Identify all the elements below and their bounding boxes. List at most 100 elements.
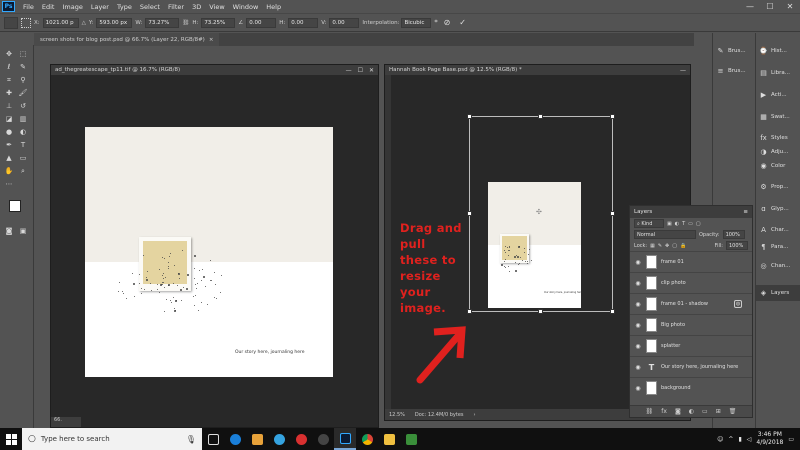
document-title-bar[interactable]: Hannah Book Page Base.psd @ 12.5% (RGB/8… xyxy=(385,65,690,75)
layer-style-icon[interactable]: fx xyxy=(661,408,667,415)
panel-swatches[interactable]: ▦ Swat... xyxy=(759,113,790,121)
pen-tool-icon[interactable]: ✒ xyxy=(3,140,15,150)
task-view-icon[interactable] xyxy=(202,428,224,450)
panel-layers[interactable]: ◈ Layers xyxy=(756,285,800,301)
group-icon[interactable]: ▭ xyxy=(702,408,708,415)
foreground-color-swatch[interactable] xyxy=(9,200,21,212)
panel-libraries[interactable]: ▤ Libra... xyxy=(759,69,790,77)
angle-input[interactable]: 0.00 xyxy=(246,17,277,28)
path-select-tool-icon[interactable]: ▲ xyxy=(3,153,15,163)
vskew-input[interactable]: 0.00 xyxy=(329,17,360,28)
vertical-scrollbar[interactable] xyxy=(385,75,391,411)
crop-tool-icon[interactable]: ⌗ xyxy=(3,75,15,85)
menu-help[interactable]: Help xyxy=(262,3,285,11)
quick-mask-icon[interactable]: ◙ xyxy=(3,226,15,236)
transform-center-icon[interactable]: ✣ xyxy=(536,208,542,216)
photoshop-logo-icon[interactable]: Ps xyxy=(2,1,15,12)
menu-type[interactable]: Type xyxy=(113,3,136,11)
visibility-eye-icon[interactable]: ◉ xyxy=(634,322,642,329)
people-icon[interactable]: ☺ xyxy=(717,436,723,443)
layers-panel-header[interactable]: Layers ≡ xyxy=(630,206,752,218)
canvas-page-scaled[interactable]: Our story here, journaling here ✣ xyxy=(488,182,583,308)
cancel-transform-icon[interactable]: ⊘ xyxy=(444,18,451,27)
microphone-icon[interactable]: 🎙 xyxy=(186,435,196,444)
move-tool-icon[interactable]: ✥ xyxy=(3,49,15,59)
warp-icon[interactable]: ⌗ xyxy=(434,19,437,26)
network-icon[interactable]: ▮ xyxy=(738,436,741,443)
layer-filter-select[interactable]: ⌕ Kind xyxy=(634,219,664,228)
menu-3d[interactable]: 3D xyxy=(188,3,205,11)
minimize-icon[interactable]: — xyxy=(680,67,686,74)
chrome-icon[interactable] xyxy=(356,428,378,450)
app-red-icon[interactable] xyxy=(290,428,312,450)
filter-adjust-icon[interactable]: ◐ xyxy=(675,221,679,227)
document-title-bar[interactable]: ad_thegreatescape_tp11.tif @ 16.7% (RGB/… xyxy=(51,65,378,75)
filter-pixel-icon[interactable]: ▣ xyxy=(667,221,672,227)
transform-handle-right[interactable] xyxy=(610,211,615,216)
lasso-tool-icon[interactable]: ℓ xyxy=(3,62,15,72)
layer-row[interactable]: ◉ Big photo xyxy=(630,314,752,335)
clone-stamp-tool-icon[interactable]: ⊥ xyxy=(3,101,15,111)
tray-chevron-icon[interactable]: ^ xyxy=(728,436,733,443)
close-button[interactable]: ✕ xyxy=(780,2,800,11)
eraser-tool-icon[interactable]: ◪ xyxy=(3,114,15,124)
transform-handle-top-right[interactable] xyxy=(610,114,615,119)
lock-all-icon[interactable]: 🔒 xyxy=(680,243,686,249)
filter-shape-icon[interactable]: ▭ xyxy=(688,221,693,227)
hskew-input[interactable]: 0.00 xyxy=(288,17,319,28)
canvas-page[interactable]: Our story here, journaling here xyxy=(85,127,333,377)
lock-artboard-icon[interactable]: ▢ xyxy=(672,243,677,249)
healing-tool-icon[interactable]: ✚ xyxy=(3,88,15,98)
eyedropper-tool-icon[interactable]: ⚲ xyxy=(17,75,29,85)
visibility-eye-icon[interactable]: ◉ xyxy=(634,343,642,350)
doc-info[interactable]: Doc: 12.4M/0 bytes xyxy=(415,412,464,418)
menu-layer[interactable]: Layer xyxy=(87,3,113,11)
visibility-eye-icon[interactable]: ◉ xyxy=(634,301,642,308)
minimize-button[interactable]: — xyxy=(740,2,760,11)
app-dark-icon[interactable] xyxy=(312,428,334,450)
add-mask-icon[interactable]: ◙ xyxy=(675,408,681,415)
filter-smart-icon[interactable]: ▢ xyxy=(696,221,701,227)
x-input[interactable]: 1021.00 p xyxy=(42,17,79,28)
visibility-eye-icon[interactable]: ◉ xyxy=(634,280,642,287)
lock-move-icon[interactable]: ✥ xyxy=(665,243,669,249)
transform-handle-bottom[interactable] xyxy=(538,309,543,314)
commit-transform-icon[interactable]: ✓ xyxy=(459,18,466,27)
panel-menu-icon[interactable]: ≡ xyxy=(743,209,748,215)
filter-type-icon[interactable]: T xyxy=(682,221,685,227)
zoom-tool-icon[interactable]: ⌕ xyxy=(17,166,29,176)
layer-row[interactable]: ◉ splatter xyxy=(630,335,752,356)
tab-screen-shots[interactable]: screen shots for blog post.psd @ 66.7% (… xyxy=(34,33,220,46)
trash-icon[interactable]: 🗑 xyxy=(729,408,737,415)
transform-handle-top-left[interactable] xyxy=(467,114,472,119)
transform-handle-bottom-right[interactable] xyxy=(610,309,615,314)
blur-tool-icon[interactable]: ● xyxy=(3,127,15,137)
menu-view[interactable]: View xyxy=(205,3,228,11)
fill-input[interactable]: 100% xyxy=(726,241,748,250)
close-icon[interactable]: ✕ xyxy=(369,67,374,74)
blend-mode-select[interactable]: Normal xyxy=(634,230,696,239)
panel-actions[interactable]: ▶ Acti... xyxy=(759,91,787,99)
panel-channels[interactable]: ◎ Chan... xyxy=(759,262,790,270)
height-input[interactable]: 73.25% xyxy=(201,17,236,28)
type-tool-icon[interactable]: T xyxy=(17,140,29,150)
adjustment-layer-icon[interactable]: ◐ xyxy=(689,408,694,415)
layer-row[interactable]: ◉ background xyxy=(630,377,752,398)
transform-handle-left[interactable] xyxy=(467,211,472,216)
width-input[interactable]: 73.27% xyxy=(145,17,180,28)
store-icon[interactable] xyxy=(246,428,268,450)
status-arrow-icon[interactable]: › xyxy=(474,412,476,418)
menu-window[interactable]: Window xyxy=(229,3,263,11)
maximize-button[interactable]: ☐ xyxy=(760,2,780,11)
visibility-eye-icon[interactable]: ◉ xyxy=(634,385,642,392)
menu-image[interactable]: Image xyxy=(58,3,86,11)
maximize-icon[interactable]: ☐ xyxy=(358,67,363,74)
app-blue-icon[interactable] xyxy=(268,428,290,450)
panel-color[interactable]: ◉ Color xyxy=(759,162,785,170)
app-green-icon[interactable] xyxy=(400,428,422,450)
screen-mode-icon[interactable]: ▣ xyxy=(17,226,29,236)
menu-edit[interactable]: Edit xyxy=(38,3,59,11)
clock[interactable]: 3:46 PM 4/9/2018 xyxy=(756,431,783,447)
notifications-icon[interactable]: ▭ xyxy=(788,436,794,443)
layer-row[interactable]: ◉ frame 01 - shadow ◍ xyxy=(630,293,752,314)
